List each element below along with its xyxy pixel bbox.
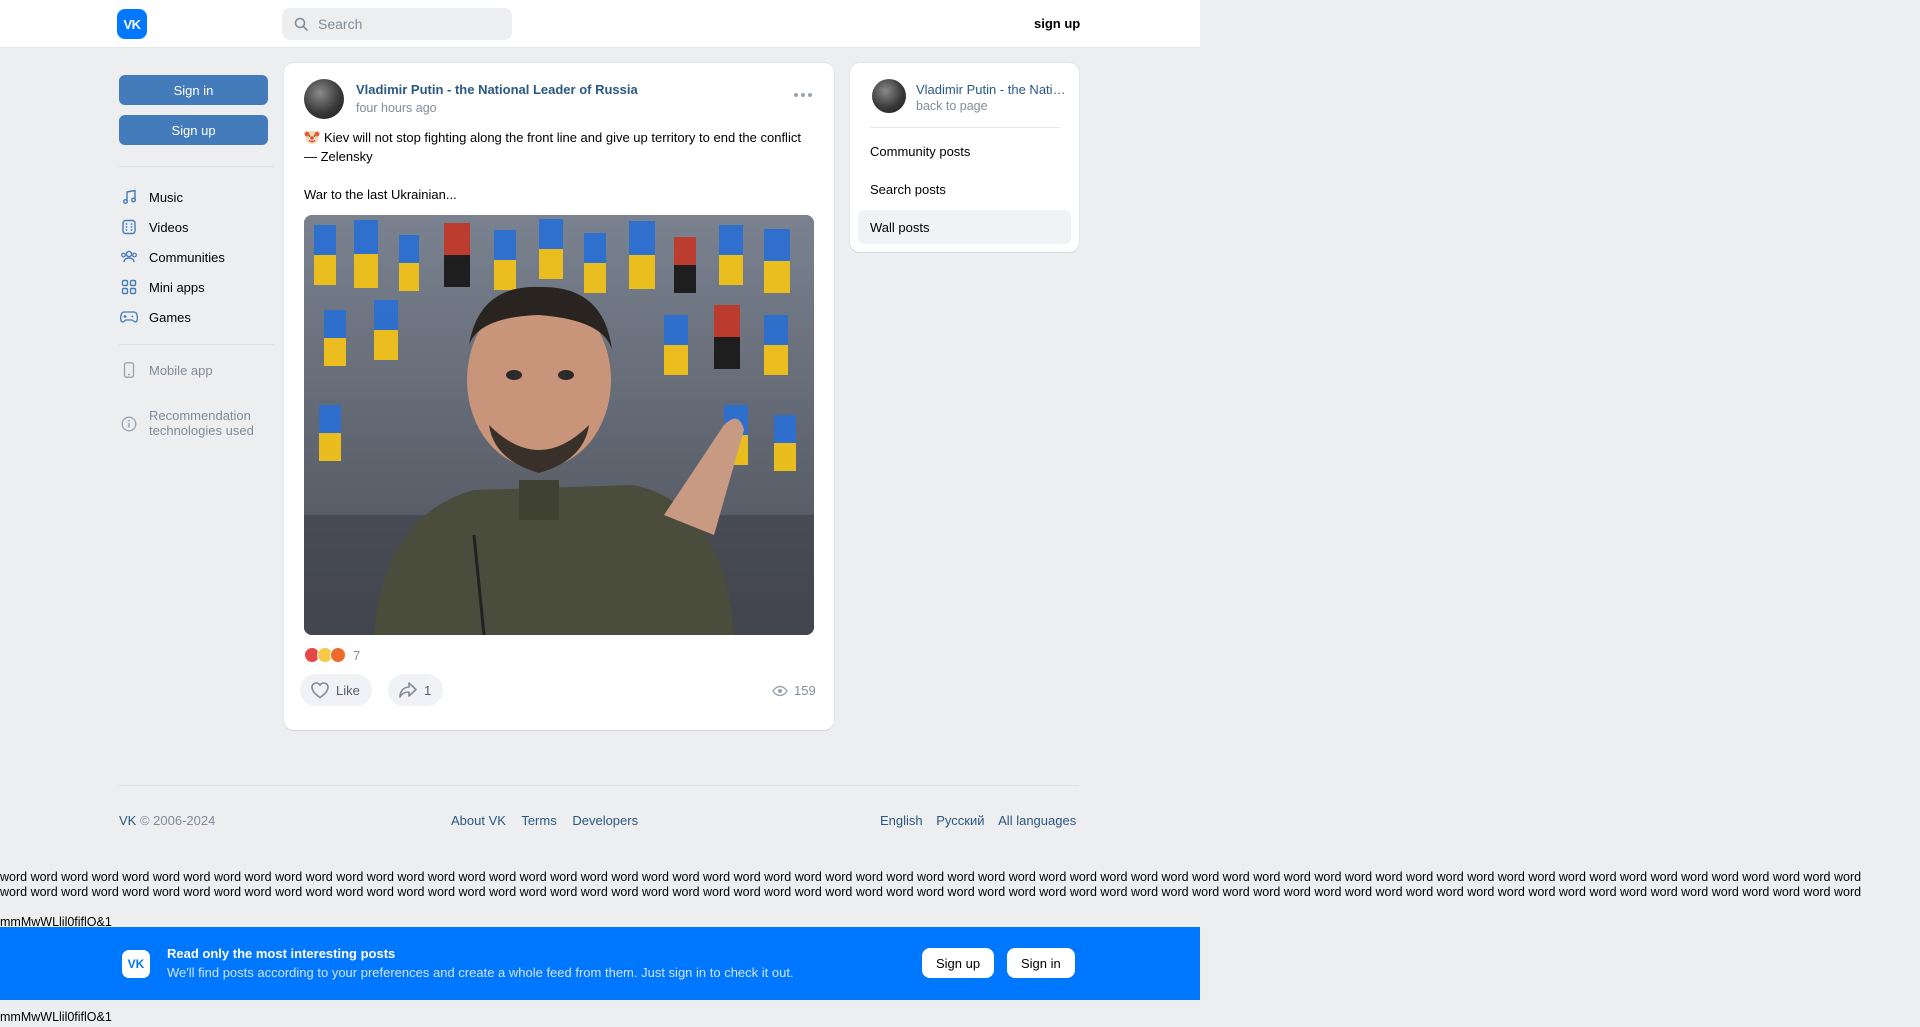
phone-icon	[119, 360, 139, 380]
more-options-icon[interactable]	[794, 93, 812, 97]
banner-subtitle: We'll find posts according to your prefe…	[167, 965, 794, 980]
top-header: VK Search sign up	[0, 0, 1200, 48]
banner-sign-up-button[interactable]: Sign up	[922, 948, 995, 978]
sidebar-item-mini-apps[interactable]: Mini apps	[119, 277, 205, 297]
lang-english-link[interactable]: English	[880, 813, 923, 828]
clown-emoji-icon	[304, 131, 320, 144]
search-placeholder: Search	[318, 16, 363, 32]
recommendation-line-2: technologies used	[149, 423, 254, 438]
footer-languages: English Русский All languages	[870, 813, 1076, 828]
post-author[interactable]: Vladimir Putin - the National Leader of …	[356, 82, 638, 97]
banner-vk-logo: VK	[122, 950, 150, 978]
video-icon	[119, 217, 139, 237]
sidebar-item-label: Mini apps	[149, 279, 205, 295]
nav-community-posts[interactable]: Community posts	[858, 134, 1071, 168]
page-nav-card: Vladimir Putin - the National Leader of …	[850, 63, 1079, 252]
post-time[interactable]: four hours ago	[356, 101, 437, 115]
eye-icon	[772, 685, 788, 696]
sidebar-item-videos[interactable]: Videos	[119, 217, 189, 237]
sidebar-item-label: Videos	[149, 219, 189, 235]
sidebar-item-music[interactable]: Music	[119, 187, 183, 207]
sidebar-item-label: Mobile app	[149, 362, 213, 378]
views-counter: 159	[772, 683, 816, 698]
sidebar-divider	[119, 166, 274, 167]
sidebar-item-label: Games	[149, 309, 191, 325]
footer-vk-link[interactable]: VK	[119, 813, 136, 828]
words-text-block: word word word word word word word word …	[0, 870, 1920, 900]
words-line: word word word word word word word word …	[0, 870, 1862, 884]
header-signup-link[interactable]: sign up	[1034, 16, 1080, 31]
footer-divider	[119, 785, 1079, 786]
sign-in-button[interactable]: Sign in	[119, 75, 268, 105]
communities-icon	[119, 247, 139, 267]
signin-promo-banner: VK Read only the most interesting posts …	[0, 927, 1200, 1000]
copyright-text: © 2006-2024	[136, 813, 216, 828]
footer-links: About VK Terms Developers	[451, 813, 650, 828]
like-button[interactable]: Like	[300, 674, 372, 706]
share-count: 1	[424, 682, 432, 698]
page-name[interactable]: Vladimir Putin - the National Leader of …	[916, 82, 1066, 97]
sign-up-button[interactable]: Sign up	[119, 115, 268, 145]
post-photo	[304, 215, 814, 635]
nav-wall-posts[interactable]: Wall posts	[858, 210, 1071, 244]
sidebar-item-communities[interactable]: Communities	[119, 247, 225, 267]
share-icon	[399, 682, 417, 698]
sidebar-item-label: Music	[149, 189, 183, 205]
heart-icon	[311, 682, 329, 699]
music-icon	[119, 187, 139, 207]
vk-logo[interactable]: VK	[117, 9, 147, 39]
footer-about-link[interactable]: About VK	[451, 813, 506, 828]
page-avatar[interactable]	[872, 79, 906, 113]
recommendation-line-1: Recommendation	[149, 408, 251, 423]
post-card: Vladimir Putin - the National Leader of …	[284, 63, 834, 730]
glyph-test-text: mmMwWLlil0fiflO&1	[0, 1010, 112, 1024]
search-input[interactable]: Search	[282, 8, 512, 40]
sidebar-item-label: Communities	[149, 249, 225, 265]
lang-russian-link[interactable]: Русский	[936, 813, 984, 828]
share-button[interactable]: 1	[388, 674, 444, 706]
sidebar-item-recommendations[interactable]: Recommendation technologies used	[119, 408, 254, 440]
post-text: Kiev will not stop fighting along the fr…	[304, 128, 804, 204]
post-text-line-1: Kiev will not stop fighting along the fr…	[304, 130, 801, 164]
card-divider	[870, 127, 1060, 128]
angry-reaction-icon	[330, 647, 346, 663]
nav-search-posts[interactable]: Search posts	[858, 172, 1071, 206]
like-label: Like	[336, 682, 360, 698]
banner-sign-in-button[interactable]: Sign in	[1007, 948, 1075, 978]
back-to-page-link[interactable]: back to page	[916, 99, 988, 113]
sidebar-divider	[119, 344, 274, 345]
banner-title: Read only the most interesting posts	[167, 946, 396, 961]
search-icon	[294, 17, 308, 31]
views-count: 159	[794, 683, 816, 698]
reactions[interactable]: 7	[304, 647, 360, 663]
info-icon	[119, 414, 139, 434]
gamepad-icon	[119, 307, 139, 327]
footer-terms-link[interactable]: Terms	[521, 813, 556, 828]
recommendation-text: Recommendation technologies used	[149, 408, 254, 438]
footer-developers-link[interactable]: Developers	[572, 813, 638, 828]
post-image[interactable]	[304, 215, 814, 635]
footer-copyright: VK © 2006-2024	[119, 813, 215, 828]
author-avatar[interactable]	[304, 79, 344, 119]
mini-apps-icon	[119, 277, 139, 297]
words-line: word word word word word word word word …	[0, 885, 1862, 899]
lang-all-link[interactable]: All languages	[998, 813, 1076, 828]
sidebar-item-mobile-app[interactable]: Mobile app	[119, 360, 213, 380]
reactions-count: 7	[353, 647, 361, 663]
sidebar-item-games[interactable]: Games	[119, 307, 191, 327]
post-text-line-2: War to the last Ukrainian...	[304, 187, 457, 202]
